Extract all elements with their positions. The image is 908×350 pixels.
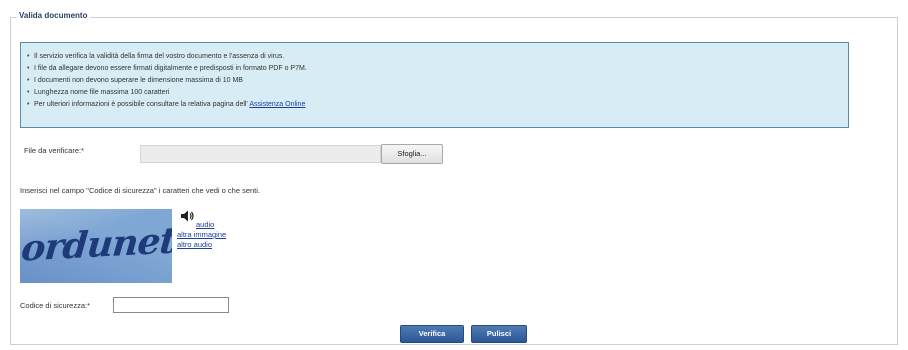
info-item-more: Per ulteriori informazioni è possibile c… <box>27 99 848 111</box>
verify-button[interactable]: Verifica <box>400 325 464 343</box>
validate-document-page: Valida documento Il servizio verifica la… <box>0 0 908 350</box>
browse-button[interactable]: Sfoglia... <box>381 144 443 164</box>
security-code-label: Codice di sicurezza:* <box>20 301 91 310</box>
fieldset-legend: Valida documento <box>16 9 91 23</box>
security-code-input[interactable] <box>113 297 229 313</box>
info-item: I file da allegare devono essere firmati… <box>27 63 848 75</box>
audio-link[interactable]: audio <box>196 220 214 229</box>
assistenza-online-link[interactable]: Assistenza Online <box>249 101 305 108</box>
info-more-text: Per ulteriori informazioni è possibile c… <box>34 101 250 108</box>
file-path-input[interactable] <box>140 145 381 163</box>
other-audio-link[interactable]: altro audio <box>177 240 212 249</box>
info-list: Il servizio verifica la validità della f… <box>21 43 848 111</box>
speaker-icon[interactable] <box>180 209 194 223</box>
captcha-instructions: Inserisci nel campo "Codice di sicurezza… <box>20 186 261 195</box>
info-item: Lunghezza nome file massima 100 caratter… <box>27 87 848 99</box>
info-item: Il servizio verifica la validità della f… <box>27 51 848 63</box>
file-label: File da verificare:* <box>24 146 85 155</box>
other-image-link[interactable]: altra immagine <box>177 230 226 239</box>
info-box: Il servizio verifica la validità della f… <box>20 42 849 128</box>
clear-button[interactable]: Pulisci <box>471 325 527 343</box>
captcha-text: orduneto <box>20 218 172 270</box>
captcha-image: orduneto <box>20 209 172 283</box>
info-item: I documenti non devono superare le dimen… <box>27 75 848 87</box>
